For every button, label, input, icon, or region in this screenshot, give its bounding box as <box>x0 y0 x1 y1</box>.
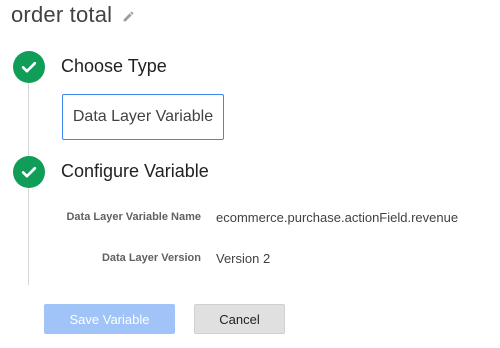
title-row: order total <box>11 2 135 28</box>
checkmark-icon <box>13 156 45 188</box>
pencil-icon[interactable] <box>122 10 135 23</box>
save-variable-button[interactable]: Save Variable <box>44 304 175 334</box>
cancel-button[interactable]: Cancel <box>194 304 285 334</box>
dlv-name-label: Data Layer Variable Name <box>66 211 201 223</box>
dlv-version-label: Data Layer Version <box>101 252 201 264</box>
variable-type-selector[interactable]: Data Layer Variable <box>62 94 224 140</box>
dlv-version-value[interactable]: Version 2 <box>216 251 270 266</box>
checkmark-icon <box>13 51 45 83</box>
page-title: order total <box>11 2 113 27</box>
step-configure-variable-label: Configure Variable <box>61 161 209 181</box>
dlv-name-value[interactable]: ecommerce.purchase.actionField.revenue <box>216 210 458 225</box>
step-choose-type-label: Choose Type <box>61 56 167 76</box>
variable-editor: order total Choose Type Data Layer Varia… <box>0 0 500 348</box>
